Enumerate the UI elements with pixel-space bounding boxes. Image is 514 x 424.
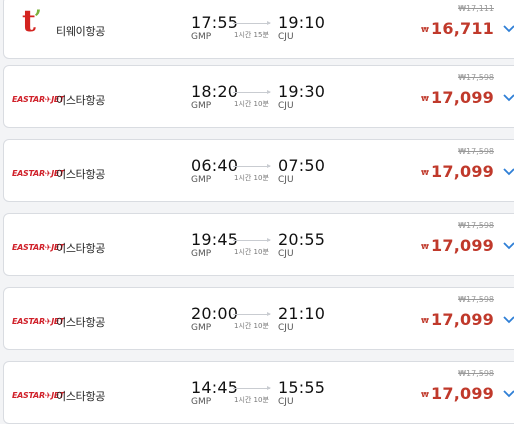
airline-name: 이스타항공	[56, 316, 106, 329]
airline-name: 이스타항공	[56, 390, 106, 403]
original-price: ₩17,598	[458, 369, 494, 378]
route-arrow	[233, 21, 271, 25]
departure-airport: GMP	[191, 397, 212, 407]
departure-airport: GMP	[191, 101, 212, 111]
route-arrow	[233, 312, 271, 316]
airline-name: 이스타항공	[56, 94, 106, 107]
route-arrow	[233, 238, 271, 242]
arrival-airport: CJU	[278, 397, 294, 407]
price: ₩16,711	[421, 19, 494, 38]
flight-card[interactable]: EASTAR✈JET 이스타항공 19:45 GMP 1시간 10분 20:55…	[3, 213, 514, 276]
arrival-airport: CJU	[278, 101, 294, 111]
route-arrow	[233, 386, 271, 390]
tway-logo: t’	[22, 4, 42, 39]
route-arrow	[233, 90, 271, 94]
departure-time: 18:20	[191, 82, 239, 101]
arrival-airport: CJU	[278, 249, 294, 259]
price: ₩17,099	[421, 162, 494, 181]
route-arrow	[233, 164, 271, 168]
departure-airport: GMP	[191, 249, 212, 259]
arrival-time: 19:30	[278, 82, 326, 101]
currency-symbol: ₩	[421, 168, 430, 177]
currency-symbol: ₩	[421, 94, 430, 103]
currency-symbol: ₩	[421, 242, 430, 251]
arrival-time: 19:10	[278, 13, 326, 32]
airline-name: 이스타항공	[56, 168, 106, 181]
flight-duration: 1시간 10분	[234, 248, 269, 256]
flight-card[interactable]: EASTAR✈JET 이스타항공 06:40 GMP 1시간 10분 07:50…	[3, 139, 514, 202]
flight-duration: 1시간 10분	[234, 322, 269, 330]
flight-card[interactable]: EASTAR✈JET 이스타항공 14:45 GMP 1시간 10분 15:55…	[3, 361, 514, 424]
original-price: ₩17,598	[458, 73, 494, 82]
original-price: ₩17,598	[458, 295, 494, 304]
price-value: 17,099	[431, 236, 494, 255]
arrival-airport: CJU	[278, 32, 294, 42]
departure-time: 17:55	[191, 13, 239, 32]
price-value: 16,711	[431, 19, 494, 38]
departure-time: 20:00	[191, 304, 239, 323]
flight-duration: 1시간 10분	[234, 396, 269, 404]
currency-symbol: ₩	[421, 316, 430, 325]
departure-airport: GMP	[191, 175, 212, 185]
price-value: 17,099	[431, 384, 494, 403]
price: ₩17,099	[421, 384, 494, 403]
arrival-airport: CJU	[278, 175, 294, 185]
price-value: 17,099	[431, 88, 494, 107]
price: ₩17,099	[421, 310, 494, 329]
original-price: ₩17,598	[458, 147, 494, 156]
flight-card[interactable]: t’ 티웨이항공 17:55 GMP 1시간 15분 19:10 CJU ₩17…	[3, 0, 514, 59]
chevron-down-icon[interactable]	[502, 241, 514, 251]
flight-duration: 1시간 10분	[234, 100, 269, 108]
departure-airport: GMP	[191, 32, 212, 42]
original-price: ₩17,111	[458, 4, 494, 13]
flight-duration: 1시간 10분	[234, 174, 269, 182]
arrival-time: 15:55	[278, 378, 326, 397]
price-value: 17,099	[431, 310, 494, 329]
departure-time: 06:40	[191, 156, 239, 175]
departure-time: 14:45	[191, 378, 239, 397]
currency-symbol: ₩	[421, 25, 430, 34]
arrival-time: 07:50	[278, 156, 326, 175]
arrival-time: 20:55	[278, 230, 326, 249]
departure-time: 19:45	[191, 230, 239, 249]
flight-card[interactable]: EASTAR✈JET 이스타항공 20:00 GMP 1시간 10분 21:10…	[3, 287, 514, 350]
chevron-down-icon[interactable]	[502, 93, 514, 103]
price: ₩17,099	[421, 88, 494, 107]
chevron-down-icon[interactable]	[502, 167, 514, 177]
chevron-down-icon[interactable]	[502, 24, 514, 34]
departure-airport: GMP	[191, 323, 212, 333]
airline-name: 티웨이항공	[56, 25, 106, 38]
airline-name: 이스타항공	[56, 242, 106, 255]
original-price: ₩17,598	[458, 221, 494, 230]
flight-duration: 1시간 15분	[234, 31, 269, 39]
arrival-time: 21:10	[278, 304, 326, 323]
chevron-down-icon[interactable]	[502, 315, 514, 325]
price-value: 17,099	[431, 162, 494, 181]
chevron-down-icon[interactable]	[502, 389, 514, 399]
flight-card[interactable]: EASTAR✈JET 이스타항공 18:20 GMP 1시간 10분 19:30…	[3, 65, 514, 128]
currency-symbol: ₩	[421, 390, 430, 399]
price: ₩17,099	[421, 236, 494, 255]
arrival-airport: CJU	[278, 323, 294, 333]
